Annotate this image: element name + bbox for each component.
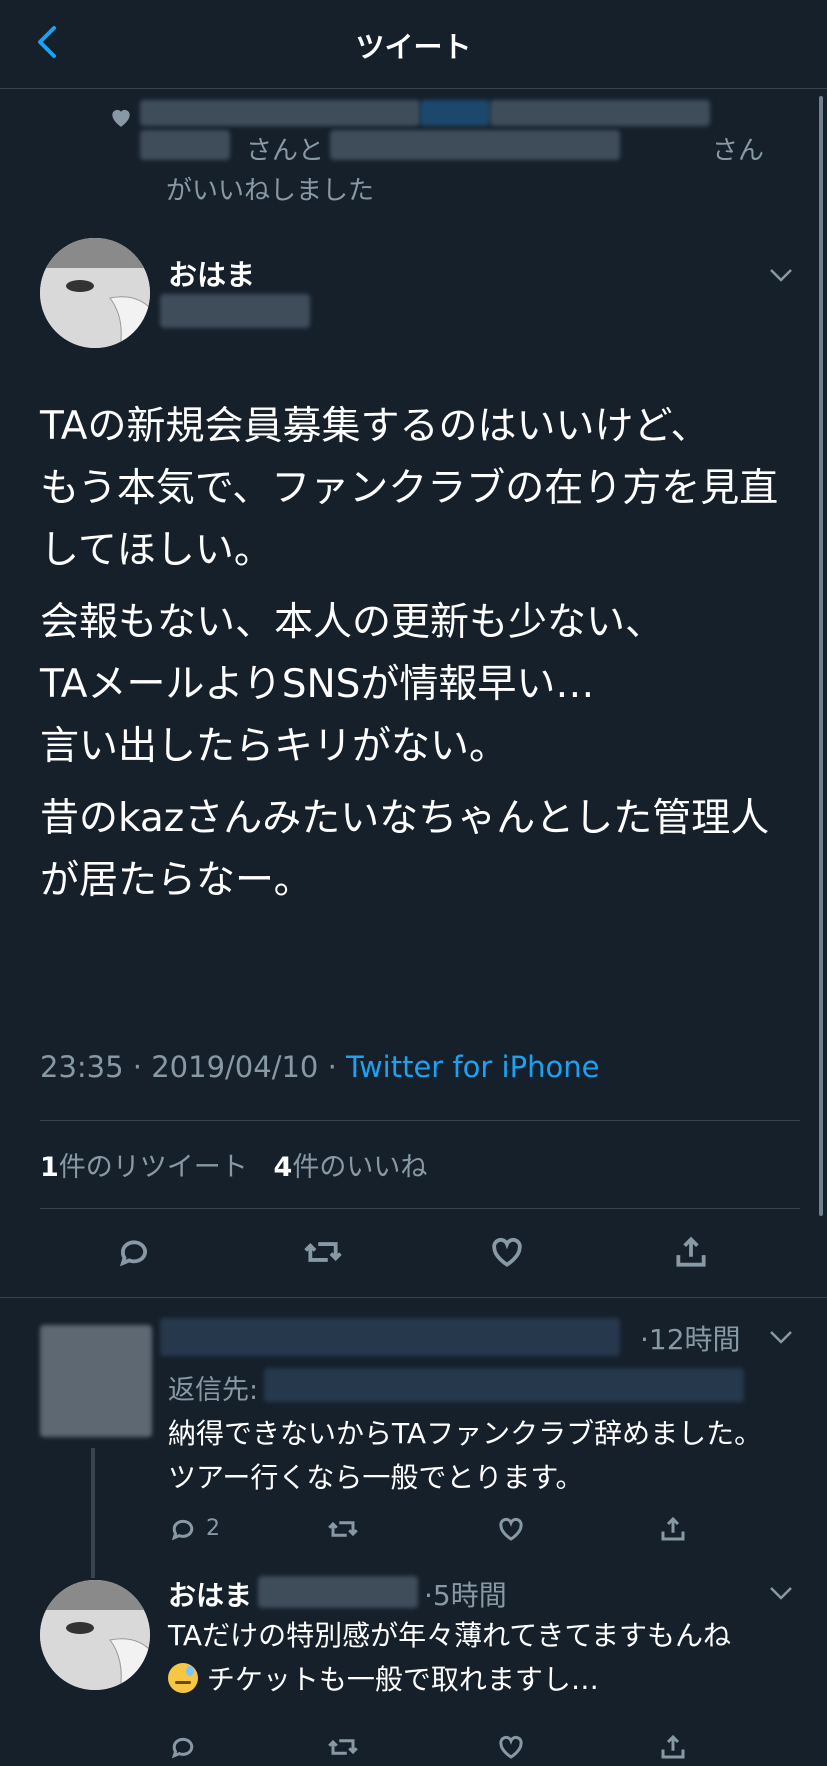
tweet-stats: 1件のリツイート 4件のいいね <box>40 1145 427 1184</box>
divider <box>40 1208 800 1209</box>
tweet-text: TAの新規会員募集するのはいいけど、 もう本気で、ファンクラブの在り方を見直して… <box>40 396 800 922</box>
chevron-down-icon[interactable] <box>768 266 794 284</box>
share-icon[interactable] <box>672 1233 710 1271</box>
tweet-source-link[interactable]: Twitter for iPhone <box>346 1050 599 1084</box>
avatar[interactable] <box>40 1325 152 1437</box>
redacted-name <box>140 100 420 126</box>
reply-icon[interactable] <box>168 1732 198 1762</box>
redacted-handle[interactable] <box>264 1368 744 1402</box>
retweet-label: 件のリツイート <box>58 1152 248 1183</box>
page-title: ツイート <box>355 30 472 64</box>
avatar[interactable] <box>40 1580 150 1690</box>
tweet-timestamp: 23:35 · 2019/04/10 · <box>40 1050 347 1084</box>
avatar-photo <box>40 1580 150 1690</box>
heart-icon <box>112 109 130 127</box>
like-label: 件のいいね <box>292 1152 428 1183</box>
author-name[interactable]: おはま <box>168 252 255 294</box>
redacted-name <box>490 100 710 126</box>
reply-text-line: TAだけの特別感が年々薄れてきてますもんね <box>168 1619 732 1652</box>
retweet-count: 1 <box>40 1152 59 1183</box>
like-icon[interactable] <box>488 1233 526 1271</box>
reply-text: TAだけの特別感が年々薄れてきてますもんね チケットも一般で取れますし… <box>168 1614 808 1702</box>
tweet-paragraph: 会報もない、本人の更新も少ない、 TAメールよりSNSが情報早い… 言い出したら… <box>40 600 665 769</box>
like-stats[interactable]: 4件のいいね <box>274 1152 428 1183</box>
tweet-paragraph: TAの新規会員募集するのはいいけど、 もう本気で、ファンクラブの在り方を見直して… <box>40 404 779 573</box>
reply-count: 2 <box>206 1516 220 1541</box>
reply-text-line-2: チケットも一般で取れますし… <box>168 1658 808 1702</box>
liked-by-text: がいいねしました <box>166 176 375 206</box>
redacted-name <box>160 1318 620 1356</box>
redacted-name <box>420 100 490 126</box>
downcast-face-with-sweat-icon <box>168 1663 198 1693</box>
chevron-down-icon[interactable] <box>768 1328 794 1346</box>
reply-text-line: チケットも一般で取れますし… <box>206 1663 599 1696</box>
redacted-name <box>140 130 230 160</box>
divider <box>40 1120 800 1121</box>
liked-by-text: さんと <box>246 136 325 166</box>
thread-line <box>91 1448 95 1578</box>
share-icon[interactable] <box>658 1732 688 1762</box>
reply-text: 納得できないからTAファンクラブ辞めました。ツアー行くなら一般でとります。 <box>168 1417 763 1494</box>
chevron-down-icon[interactable] <box>768 1584 794 1602</box>
reply-timestamp: ·5時間 <box>424 1579 507 1612</box>
like-icon[interactable] <box>496 1732 526 1762</box>
retweet-icon[interactable] <box>326 1732 360 1762</box>
tweet-meta: 23:35 · 2019/04/10 · Twitter for iPhone <box>40 1050 599 1084</box>
reply-to-label: 返信先: <box>168 1375 259 1406</box>
retweet-stats[interactable]: 1件のリツイート <box>40 1152 248 1183</box>
like-icon[interactable] <box>496 1514 526 1544</box>
reply-timestamp: ·12時間 <box>640 1323 741 1356</box>
retweet-icon[interactable] <box>302 1233 344 1271</box>
tweet-paragraph: 昔のkazさんみたいなちゃんとした管理人が居たらなー。 <box>40 796 770 903</box>
reply-icon[interactable] <box>168 1514 198 1544</box>
avatar-photo <box>40 238 150 348</box>
like-count: 4 <box>273 1152 293 1183</box>
scrollbar[interactable] <box>819 96 823 1216</box>
divider <box>0 1297 827 1298</box>
share-icon[interactable] <box>658 1514 688 1544</box>
redacted-name <box>330 130 620 160</box>
redacted-handle <box>160 294 310 328</box>
liked-by-text: さん <box>712 136 765 166</box>
reply-icon[interactable] <box>115 1233 153 1271</box>
retweet-icon[interactable] <box>326 1514 360 1544</box>
avatar[interactable] <box>40 238 150 348</box>
redacted-handle <box>258 1576 418 1608</box>
author-name[interactable]: おはま <box>168 1574 252 1614</box>
